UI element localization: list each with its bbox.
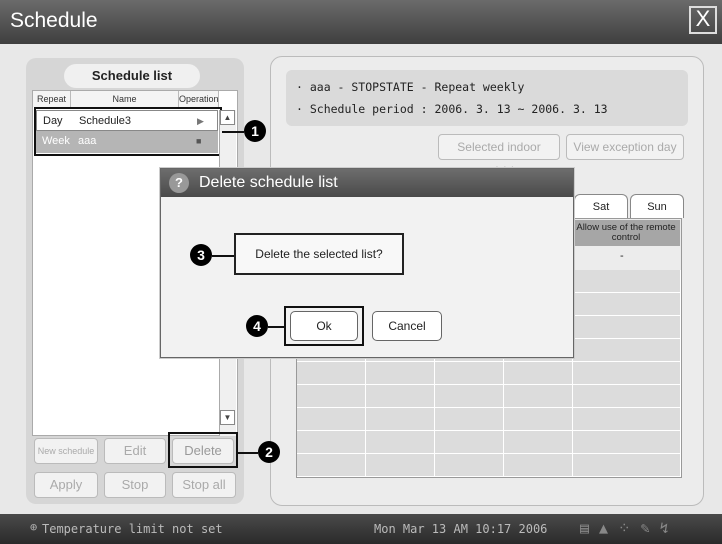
schedule-info: · aaa - STOPSTATE - Repeat weekly · Sche… (286, 70, 688, 126)
callout-3: 3 (190, 244, 212, 266)
grid-cell (297, 408, 366, 431)
grid-cell (297, 454, 366, 477)
info-line-2: · Schedule period : 2006. 3. 13 ~ 2006. … (296, 102, 608, 116)
grid-cell (504, 454, 573, 477)
column-header-name: Name (71, 91, 179, 107)
grid-cell (573, 408, 681, 431)
grid-cell (366, 385, 435, 408)
callout-1: 1 (244, 120, 266, 142)
edit-button[interactable]: Edit (104, 438, 166, 464)
grid-cell (366, 362, 435, 385)
stop-all-button[interactable]: Stop all (172, 472, 236, 498)
window-title: Schedule (10, 9, 98, 32)
grid-cell (573, 362, 681, 385)
grid-cell (573, 316, 681, 339)
tab-sun[interactable]: Sun (630, 194, 684, 218)
grid-cell (573, 431, 681, 454)
callout-2: 2 (258, 441, 280, 463)
grid-value: - (620, 250, 624, 262)
close-button[interactable]: X (689, 6, 717, 34)
status-icons: ▤▲⁘✎↯ (580, 519, 679, 537)
ok-button[interactable]: Ok (290, 311, 358, 341)
grid-cell (435, 431, 504, 454)
callout-line (212, 255, 234, 257)
thermometer-icon: ⊕ (30, 520, 38, 534)
grid-cell (573, 454, 681, 477)
grid-cell (435, 408, 504, 431)
status-bar: ⊕ Temperature limit not set Mon Mar 13 A… (0, 514, 722, 544)
title-bar: Schedule X (0, 0, 722, 44)
dialog-message: Delete the selected list? (234, 233, 404, 275)
status-clock: Mon Mar 13 AM 10:17 2006 (374, 522, 548, 536)
grid-cell (504, 362, 573, 385)
callout-line (268, 326, 284, 328)
new-schedule-button[interactable]: New schedule (34, 438, 98, 464)
grid-cell (573, 270, 681, 293)
question-icon: ? (169, 173, 189, 193)
grid-cell (435, 454, 504, 477)
scroll-up-button[interactable]: ▲ (220, 110, 235, 125)
grid-cell (504, 408, 573, 431)
dialog-title: Delete schedule list (161, 169, 573, 197)
grid-cell (366, 431, 435, 454)
callout-4: 4 (246, 315, 268, 337)
callout-line (222, 131, 244, 133)
stop-button[interactable]: Stop (104, 472, 166, 498)
schedule-list-title: Schedule list (64, 64, 200, 88)
grid-cell (297, 385, 366, 408)
grid-cell (504, 385, 573, 408)
callout-highlight-list (34, 107, 222, 156)
grid-cell (573, 385, 681, 408)
apply-button[interactable]: Apply (34, 472, 98, 498)
selected-indoor-units-button[interactable]: Selected indoor unit(s) (438, 134, 560, 178)
info-line-1: · aaa - STOPSTATE - Repeat weekly (296, 80, 525, 94)
column-header-operation: Operation (179, 91, 219, 107)
callout-highlight-delete (168, 432, 238, 468)
grid-cell (366, 408, 435, 431)
callout-line (238, 452, 258, 454)
grid-cell (435, 362, 504, 385)
grid-cell (297, 362, 366, 385)
grid-cell (573, 293, 681, 316)
grid-cell (573, 339, 681, 362)
column-header-repeat: Repeat (33, 91, 71, 107)
remote-control-header: Allow use of the remote control (572, 220, 680, 246)
tab-sat[interactable]: Sat (574, 194, 628, 218)
status-message: Temperature limit not set (42, 522, 223, 536)
view-exception-day-button[interactable]: View exception day (566, 134, 684, 160)
grid-cell (297, 431, 366, 454)
grid-cell (366, 454, 435, 477)
scroll-down-button[interactable]: ▼ (220, 410, 235, 425)
grid-cell (504, 431, 573, 454)
grid-cell (435, 385, 504, 408)
cancel-button[interactable]: Cancel (372, 311, 442, 341)
